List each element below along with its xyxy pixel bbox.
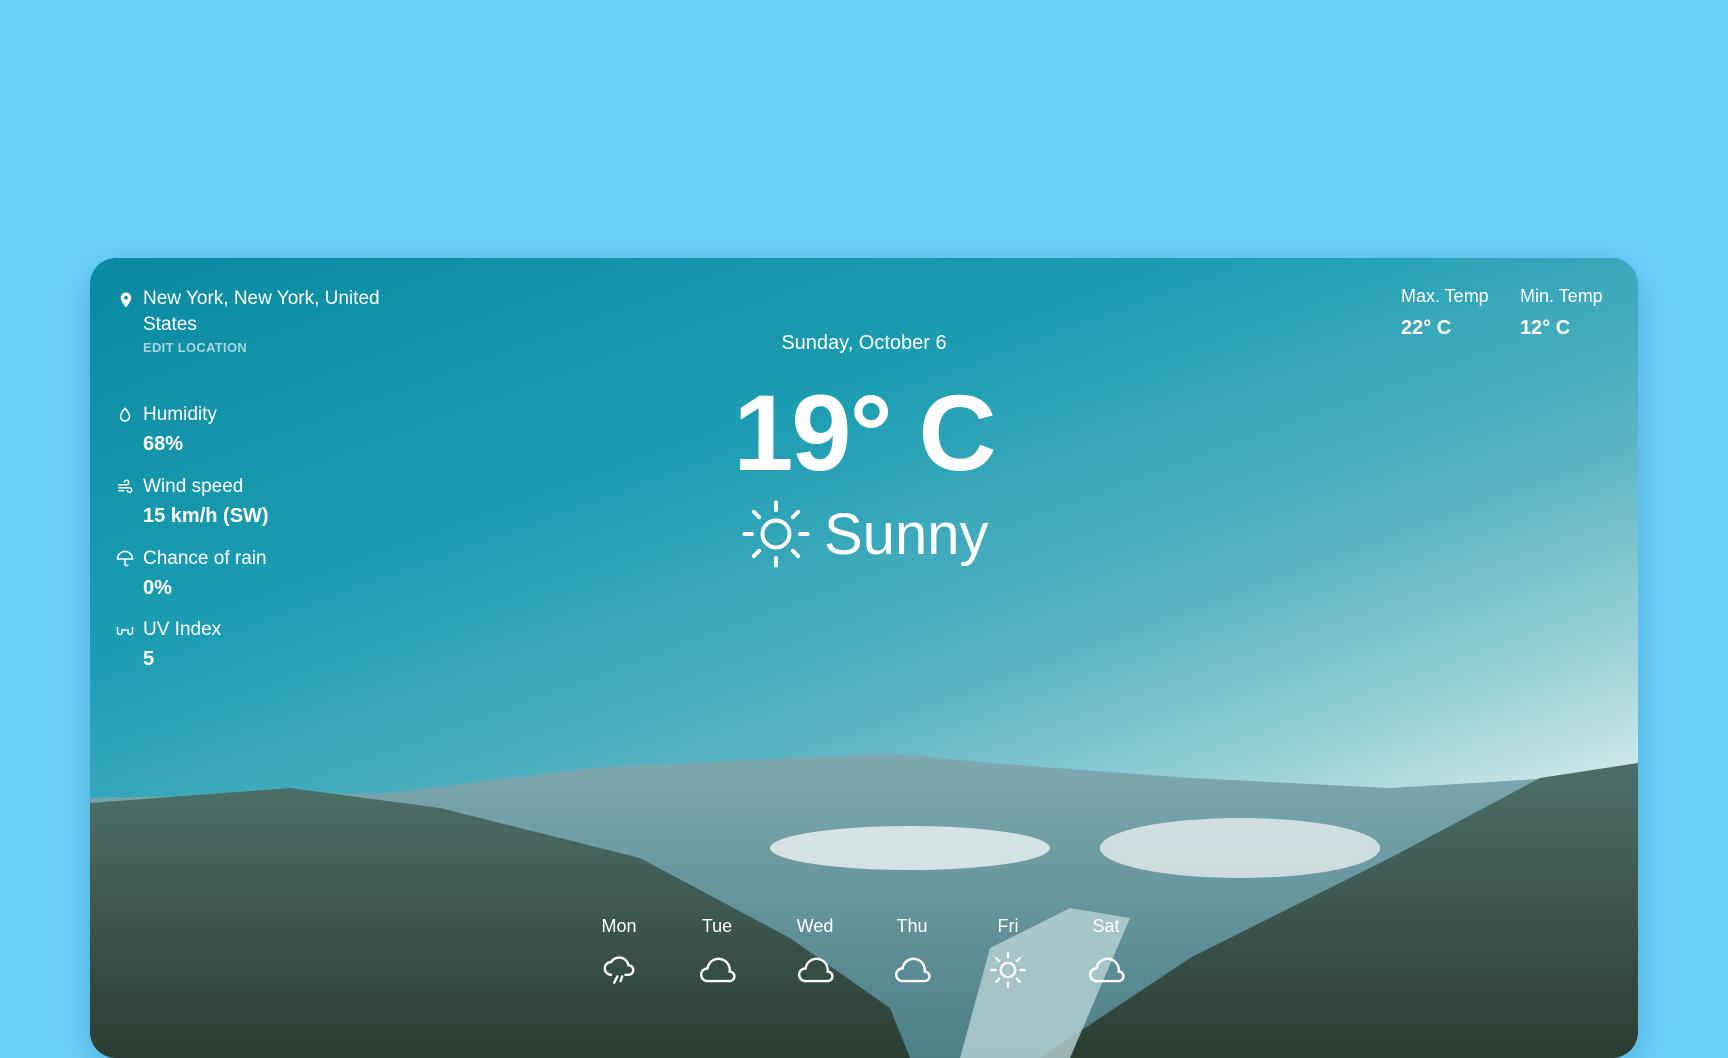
forecast-day-thu[interactable]: Thu: [872, 916, 952, 989]
max-temp: Max. Temp 22° C: [1401, 286, 1489, 340]
cloud-icon: [894, 957, 931, 983]
forecast-day-fri[interactable]: Fri: [968, 916, 1048, 989]
stat-rain: Chance of rain 0%: [116, 548, 267, 600]
stat-value: 5: [143, 648, 155, 670]
cloud-icon: [1088, 957, 1125, 983]
condition-label: Sunny: [824, 501, 989, 567]
umbrella-icon: [116, 550, 134, 567]
weather-card: New York, New York, United States EDIT L…: [90, 258, 1638, 1058]
cloud-icon: [797, 957, 834, 983]
stat-label: Chance of rain: [143, 548, 267, 569]
day-label: Thu: [896, 916, 928, 936]
stat-uv: UV Index 5: [116, 619, 222, 671]
day-label: Wed: [796, 916, 834, 936]
current-condition: Sunny: [740, 498, 988, 570]
stat-value: 0%: [143, 577, 172, 599]
day-label: Tue: [701, 916, 733, 936]
sun-icon: [742, 500, 810, 568]
max-temp-value: 22° C: [1401, 317, 1452, 339]
forecast-day-sat[interactable]: Sat: [1066, 916, 1146, 989]
forecast-day-tue[interactable]: Tue: [677, 916, 757, 989]
stat-value: 15 km/h (SW): [143, 505, 269, 527]
day-label: Sat: [1092, 916, 1120, 936]
forecast-day-mon[interactable]: Mon: [579, 916, 659, 989]
rain-cloud-icon: [603, 956, 635, 984]
stat-label: UV Index: [143, 619, 222, 640]
day-label: Fri: [997, 916, 1019, 936]
day-label: Mon: [601, 916, 637, 936]
cloud-icon: [699, 957, 736, 983]
min-temp-label: Min. Temp: [1520, 286, 1603, 306]
sunglasses-icon: [116, 627, 134, 636]
map-pin-icon: [120, 292, 132, 308]
current-temperature: 19° C: [733, 372, 996, 493]
min-temp: Min. Temp 12° C: [1520, 286, 1603, 340]
location-name: New York, New York, United States: [143, 288, 380, 335]
sun-icon: [990, 952, 1026, 988]
min-temp-value: 12° C: [1520, 317, 1571, 339]
forecast-day-wed[interactable]: Wed: [775, 916, 855, 989]
max-temp-label: Max. Temp: [1401, 286, 1489, 306]
